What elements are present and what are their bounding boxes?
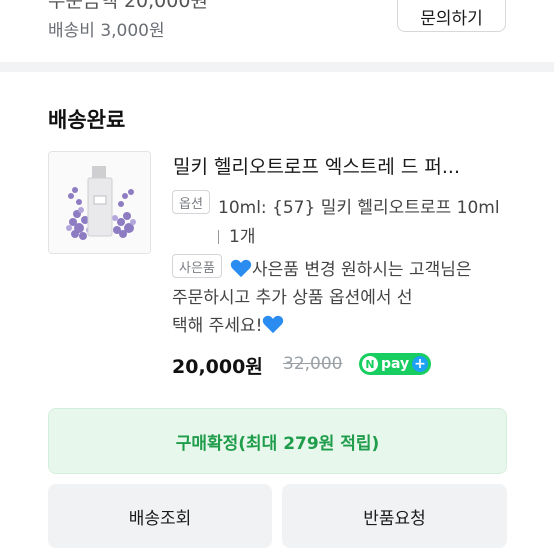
gift-line-2: 주문하시고 추가 상품 옵션에서 선 <box>172 288 413 308</box>
quantity-row: 1개 <box>218 222 255 247</box>
npay-n-icon: N <box>362 356 378 372</box>
order-amount-text: 주문금액 20,000원 <box>48 0 208 12</box>
npay-plus-badge: N pay + <box>359 353 431 375</box>
track-delivery-button[interactable]: 배송조회 <box>48 484 272 548</box>
order-item-card: 배송완료 밀키 헬리오트로프 엑스트레 드 퍼... 옵션 10ml: {57}… <box>0 72 554 554</box>
npay-label: pay <box>381 356 410 372</box>
product-thumbnail[interactable] <box>48 151 151 254</box>
blue-heart-icon <box>230 259 252 278</box>
perfume-image <box>49 152 150 253</box>
quantity-text: 1개 <box>229 227 256 247</box>
gift-tag: 사은품 <box>172 254 222 278</box>
gift-notice: 사은품 변경 원하시는 고객님은 주문하시고 추가 상품 옵션에서 선 택해 주… <box>172 256 520 340</box>
gift-line-1: 사은품 변경 원하시는 고객님은 <box>252 260 472 280</box>
shipping-fee: 배송비 3,000원 <box>48 21 165 41</box>
gift-line-3: 택해 주세요! <box>172 316 263 336</box>
product-name[interactable]: 밀키 헬리오트로프 엑스트레 드 퍼... <box>173 152 460 179</box>
order-summary-card: 주문금액 20,000원 배송비 3,000원 문의하기 <box>0 0 554 62</box>
delivery-status-title: 배송완료 <box>48 108 126 132</box>
option-text: 10ml: {57} 밀키 헬리오트로프 10ml <box>218 198 500 218</box>
purchase-confirm-button[interactable]: 구매확정(최대 279원 적립) <box>48 408 507 474</box>
inquiry-button[interactable]: 문의하기 <box>397 0 506 32</box>
plus-icon: + <box>412 356 428 372</box>
divider <box>218 230 219 244</box>
blue-heart-icon <box>263 315 284 334</box>
option-tag: 옵션 <box>172 190 210 214</box>
original-price: 32,000 <box>283 354 343 374</box>
sale-price: 20,000원 <box>172 356 263 378</box>
return-request-button[interactable]: 반품요청 <box>282 484 507 548</box>
